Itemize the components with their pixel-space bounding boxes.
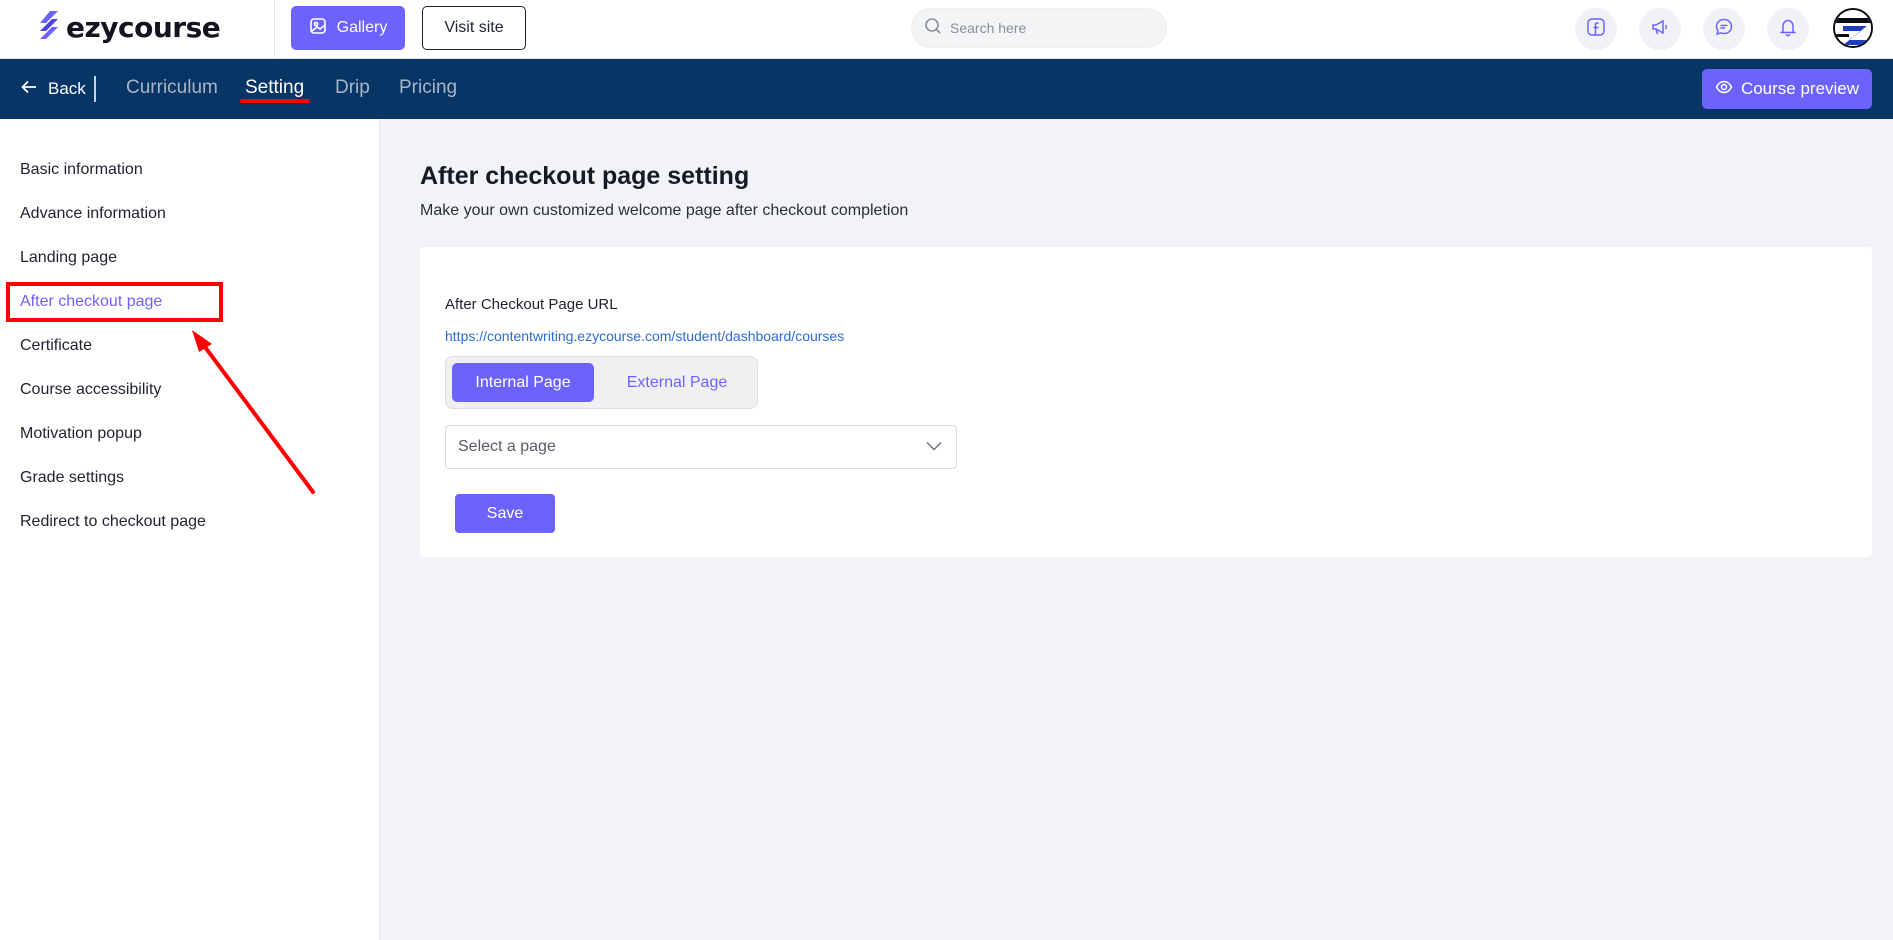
search-input[interactable] (950, 20, 1150, 36)
after-checkout-url-label: After Checkout Page URL (445, 296, 618, 313)
course-preview-button[interactable]: Course preview (1702, 69, 1872, 109)
internal-page-toggle[interactable]: Internal Page (452, 363, 594, 402)
facebook-button[interactable] (1575, 8, 1617, 50)
external-page-toggle[interactable]: External Page (612, 363, 742, 402)
facebook-icon (1586, 17, 1606, 42)
visit-site-label: Visit site (444, 19, 504, 36)
chevron-down-icon (926, 438, 942, 456)
notifications-button[interactable] (1767, 8, 1809, 50)
tab-pricing[interactable]: Pricing (399, 77, 457, 99)
page-select-value: Select a page (458, 438, 556, 455)
announcement-button[interactable] (1639, 8, 1681, 50)
chat-icon (1714, 17, 1734, 42)
visit-site-button[interactable]: Visit site (422, 6, 526, 50)
avatar[interactable] (1833, 8, 1873, 48)
page-select[interactable]: Select a page (445, 425, 957, 469)
chat-button[interactable] (1703, 8, 1745, 50)
save-button[interactable]: Save (455, 494, 555, 533)
eye-icon (1715, 78, 1733, 101)
page-subtitle: Make your own customized welcome page af… (420, 202, 909, 219)
annotation-arrow (192, 330, 315, 494)
after-checkout-url-link[interactable]: https://contentwriting.ezycourse.com/stu… (445, 328, 844, 344)
page-title: After checkout page setting (420, 162, 750, 190)
megaphone-icon (1650, 17, 1670, 42)
search-icon (924, 17, 942, 40)
search-box[interactable] (911, 8, 1167, 48)
bell-icon (1778, 17, 1798, 42)
course-preview-label: Course preview (1740, 79, 1860, 98)
